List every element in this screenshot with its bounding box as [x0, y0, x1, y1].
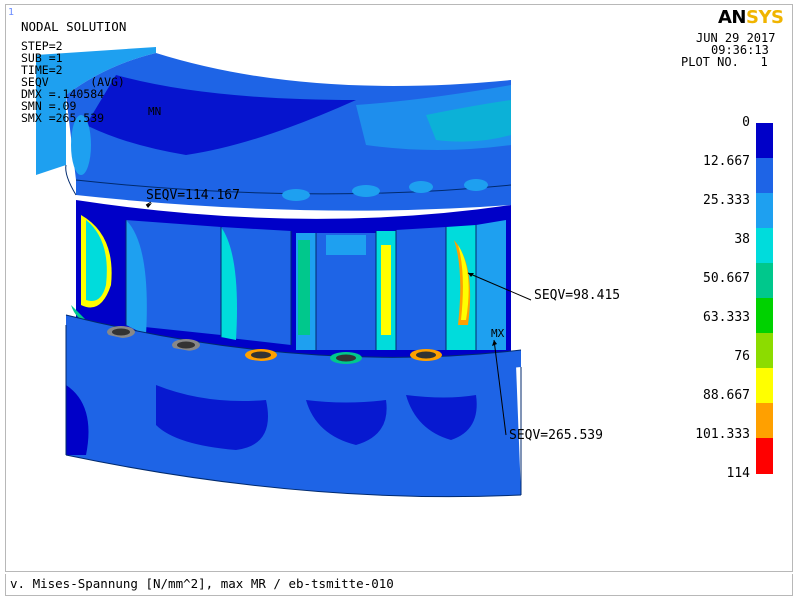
annotation-seqv-max: SEQV=265.539 — [509, 428, 603, 443]
legend-color-swatch — [756, 333, 773, 369]
legend-label: 50.667 — [703, 271, 750, 286]
upper-shell — [36, 47, 512, 211]
info-smx: SMX =265.539 — [21, 111, 105, 125]
legend-color-swatch — [756, 193, 773, 229]
annotation-seqv-right: SEQV=98.415 — [534, 288, 621, 303]
annotation-seqv-top: SEQV=114.167 — [146, 188, 240, 203]
legend-label: 12.667 — [703, 154, 750, 169]
legend-label: 88.667 — [703, 388, 750, 403]
legend-color-swatch — [756, 368, 773, 404]
legend-label: 63.333 — [703, 310, 750, 325]
legend-color-swatch — [756, 158, 773, 194]
logo-part-sys: SYS — [746, 7, 784, 28]
legend-label: 114 — [726, 466, 750, 481]
annotation-mx: MX — [491, 327, 505, 340]
legend-label: 38 — [734, 232, 750, 247]
logo-part-an: AN — [718, 7, 747, 28]
annotation-mn: MN — [148, 105, 162, 118]
plot-window: 1 NODAL SOLUTION STEP=2 SUB =1 TIME=2 SE… — [5, 4, 793, 572]
legend-label: 0 — [742, 115, 750, 130]
legend-label: 76 — [734, 349, 750, 364]
fem-plot — [36, 47, 532, 498]
legend-color-swatch — [756, 403, 773, 439]
legend-label: 25.333 — [703, 193, 750, 208]
ansys-logo: ANSYS — [718, 7, 784, 28]
legend-color-swatch — [756, 438, 773, 474]
window-number: 1 — [8, 7, 15, 18]
legend-color-swatch — [756, 263, 773, 299]
legend-color-swatch — [756, 298, 773, 334]
plot-title: NODAL SOLUTION — [21, 19, 127, 34]
legend-label: 101.333 — [695, 427, 750, 442]
plot-number: PLOT NO. 1 — [681, 55, 768, 69]
legend-color-swatch — [756, 228, 773, 264]
plot-caption: v. Mises-Spannung [N/mm^2], max MR / eb-… — [5, 574, 793, 596]
legend-color-swatch — [756, 123, 773, 159]
